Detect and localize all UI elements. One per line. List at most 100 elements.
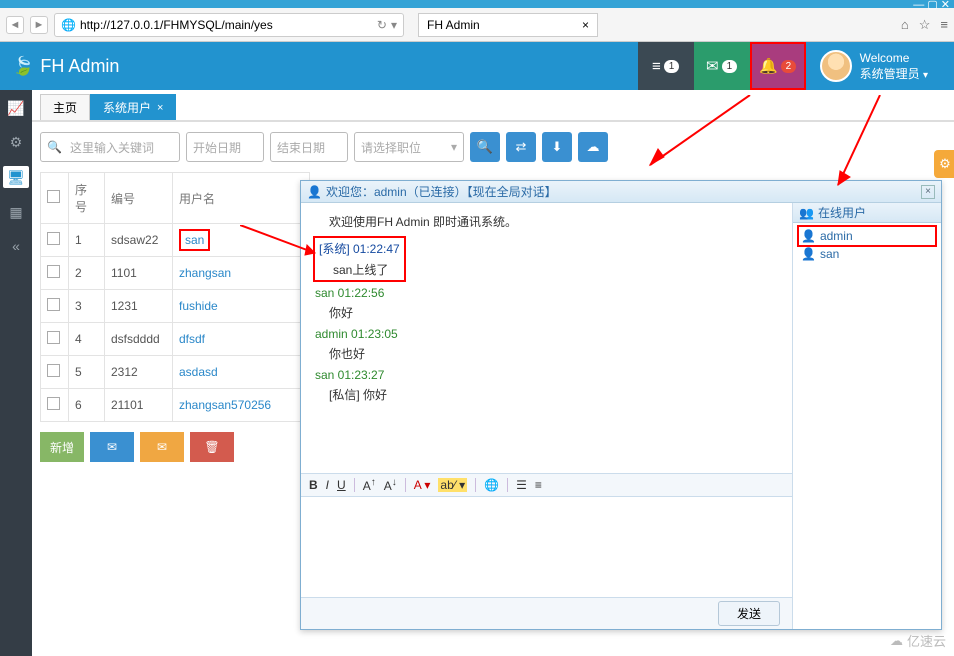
tab-system-users[interactable]: 系统用户 ×	[90, 94, 176, 120]
app-header: 🍃 FH Admin ≡ 1 ✉ 1 🔔 2 Welcome 系统管理员 ▾	[0, 42, 954, 90]
chat-titlebar[interactable]: 👤 欢迎您：admin（已连接）【现在全局对话】 ×	[301, 181, 941, 203]
start-date-placeholder: 开始日期	[193, 139, 241, 156]
chat-title-text: 欢迎您：admin（已连接）【现在全局对话】	[326, 183, 557, 200]
cell-username[interactable]: san	[179, 229, 210, 251]
cloud-button[interactable]: ☁	[578, 132, 608, 162]
row-check[interactable]	[47, 298, 60, 311]
row-check[interactable]	[47, 331, 60, 344]
download-button[interactable]: ⬇	[542, 132, 572, 162]
tab-home[interactable]: 主页	[40, 94, 90, 120]
online-user-item[interactable]: 👤 san	[799, 245, 935, 263]
search-button[interactable]: 🔍	[470, 132, 500, 162]
header-menu-button[interactable]: ≡ 1	[638, 42, 694, 90]
emoji-button[interactable]: 🌐	[484, 478, 499, 492]
font-decrease-button[interactable]: A↓	[384, 477, 397, 493]
browser-tab[interactable]: FH Admin ×	[418, 13, 598, 37]
cell-username[interactable]: fushide	[179, 299, 218, 313]
cell-username[interactable]: zhangsan570256	[179, 398, 271, 412]
cell-username[interactable]: asdasd	[179, 365, 218, 379]
tab-close-icon[interactable]: ×	[582, 18, 589, 32]
chat-welcome: 欢迎使用FH Admin 即时通讯系统。	[329, 213, 778, 230]
cell-index: 2	[69, 257, 105, 290]
cell-no: 1231	[105, 290, 173, 323]
cell-no: sdsaw22	[105, 224, 173, 257]
end-date-input[interactable]: 结束日期	[270, 132, 348, 162]
menu-badge: 1	[664, 60, 680, 73]
editor-toolbar: B I U A↑ A↓ A ▾ ab⁄ ▾ 🌐 ☰ ≡	[301, 473, 792, 497]
row-check[interactable]	[47, 364, 60, 377]
online-user-item[interactable]: 👤 admin	[799, 227, 935, 245]
send-button[interactable]: 发送	[718, 601, 780, 626]
mail-badge: 1	[722, 60, 738, 73]
mail2-action-button[interactable]: ✉	[140, 432, 184, 462]
header-bell-button[interactable]: 🔔 2	[750, 42, 806, 90]
swap-button[interactable]: ⇄	[506, 132, 536, 162]
sidebar-grid-icon[interactable]: ▦	[6, 202, 26, 222]
welcome-label: Welcome	[860, 51, 928, 65]
star-icon[interactable]: ☆	[919, 17, 931, 33]
chat-close-button[interactable]: ×	[921, 185, 935, 199]
side-gear-tab[interactable]: ⚙	[934, 150, 954, 178]
sidebar-desktop-icon[interactable]: 🖥	[3, 166, 29, 188]
font-color-button[interactable]: A ▾	[414, 478, 431, 492]
address-bar[interactable]: 🌐 http://127.0.0.1/FHMYSQL/main/yes ↻ ▾	[54, 13, 404, 37]
window-controls: — ▢ ✕	[913, 0, 950, 11]
msg-head: san 01:22:56	[315, 286, 778, 300]
message-input[interactable]	[301, 497, 792, 597]
home-icon[interactable]: ⌂	[901, 17, 909, 33]
msg-text: 你也好	[329, 345, 778, 362]
cell-index: 4	[69, 323, 105, 356]
tab-users-label: 系统用户	[103, 99, 151, 116]
keyword-input[interactable]: 这里输入关键词	[40, 132, 180, 162]
row-check[interactable]	[47, 232, 60, 245]
col-index: 序号	[69, 173, 105, 224]
user-icon: 👤	[801, 247, 816, 261]
header-mail-button[interactable]: ✉ 1	[694, 42, 750, 90]
cell-username[interactable]: dfsdf	[179, 332, 205, 346]
sidebar-cog-icon[interactable]: ⚙	[6, 132, 26, 152]
underline-button[interactable]: U	[337, 478, 346, 492]
menu-bars-icon[interactable]: ≡	[940, 17, 948, 33]
cell-index: 1	[69, 224, 105, 257]
user-menu[interactable]: Welcome 系统管理员 ▾	[806, 50, 942, 82]
table-row: 6 21101 zhangsan570256	[41, 389, 310, 422]
mail-action-button[interactable]: ✉	[90, 432, 134, 462]
table-row: 3 1231 fushide	[41, 290, 310, 323]
bold-button[interactable]: B	[309, 478, 318, 492]
leaf-icon: 🍃	[12, 56, 34, 77]
chat-messages: 欢迎使用FH Admin 即时通讯系统。 [系统] 01:22:47 san上线…	[301, 203, 792, 473]
online-user-name: san	[820, 247, 839, 261]
addr-dropdown-icon[interactable]: ▾	[391, 18, 397, 32]
sidebar-collapse-icon[interactable]: «	[6, 236, 26, 256]
search-icon: 🔍	[477, 139, 493, 155]
url-text: http://127.0.0.1/FHMYSQL/main/yes	[80, 18, 273, 32]
mail-icon: ✉	[706, 57, 719, 75]
tab-home-label: 主页	[53, 99, 77, 116]
list-ol-button[interactable]: ☰	[516, 478, 527, 492]
add-button[interactable]: 新增	[40, 432, 84, 462]
font-increase-button[interactable]: A↑	[363, 477, 376, 493]
start-date-input[interactable]: 开始日期	[186, 132, 264, 162]
chat-dialog: 👤 欢迎您：admin（已连接）【现在全局对话】 × 欢迎使用FH Admin …	[300, 180, 942, 630]
sidebar-dashboard-icon[interactable]: 📈	[6, 98, 26, 118]
table-row: 2 1101 zhangsan	[41, 257, 310, 290]
table-row: 1 sdsaw22 san	[41, 224, 310, 257]
italic-button[interactable]: I	[326, 478, 329, 492]
reload-icon[interactable]: ↻	[377, 18, 387, 32]
delete-button[interactable]: 🗑	[190, 432, 234, 462]
back-button[interactable]: ◄	[6, 16, 24, 34]
tab-close-icon[interactable]: ×	[157, 102, 163, 114]
row-check[interactable]	[47, 265, 60, 278]
position-select[interactable]: 请选择职位 ▾	[354, 132, 464, 162]
check-all[interactable]	[47, 190, 60, 203]
cell-username[interactable]: zhangsan	[179, 266, 231, 280]
row-check[interactable]	[47, 397, 60, 410]
forward-button[interactable]: ►	[30, 16, 48, 34]
send-label: 发送	[737, 607, 761, 621]
user-table: 序号 编号 用户名 1 sdsaw22 san 2 11	[40, 172, 310, 422]
list-ul-button[interactable]: ≡	[535, 478, 542, 492]
msg-text: [私信] 你好	[329, 386, 778, 403]
trash-icon: 🗑	[204, 440, 219, 454]
table-row: 5 2312 asdasd	[41, 356, 310, 389]
highlight-button[interactable]: ab⁄ ▾	[438, 478, 467, 492]
